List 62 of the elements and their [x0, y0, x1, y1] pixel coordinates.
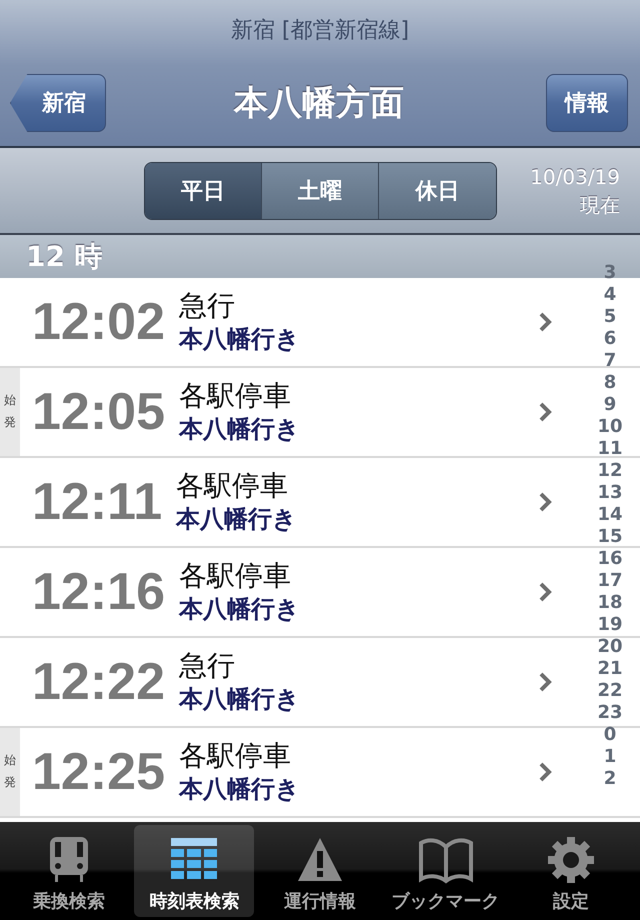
hour-index-item[interactable]: 1 [604, 746, 616, 768]
back-button[interactable]: 新宿 [10, 74, 106, 132]
hour-index-item[interactable]: 4 [604, 284, 616, 306]
hour-index-item[interactable]: 15 [597, 526, 623, 548]
origin-mark: 始発 [0, 368, 20, 456]
train-type: 各駅停車 [179, 739, 292, 773]
hour-index-item[interactable]: 18 [597, 592, 623, 614]
hour-index-item[interactable]: 16 [597, 548, 623, 570]
day-tab[interactable]: 平日 [145, 162, 262, 218]
tab-bar-item[interactable]: 時刻表検索 [134, 825, 254, 917]
hour-index-item[interactable]: 6 [604, 328, 616, 350]
hour-index-item[interactable]: 21 [597, 658, 623, 680]
hour-index-item[interactable]: 8 [604, 372, 616, 394]
info-button[interactable]: 情報 [546, 74, 628, 132]
chevron-icon [538, 581, 552, 603]
hour-index-item[interactable]: 9 [604, 394, 616, 416]
chevron-icon [538, 761, 552, 783]
hour-index-item[interactable]: 20 [597, 636, 623, 658]
hour-index-item[interactable]: 12 [597, 460, 623, 482]
destination: 本八幡行き [179, 594, 300, 625]
train-type: 急行 [179, 649, 236, 683]
origin-mark: 始発 [0, 728, 20, 816]
hour-index-item[interactable]: 2 [604, 768, 616, 790]
hour-index-item[interactable]: 13 [597, 482, 623, 504]
destination: 本八幡行き [176, 504, 298, 535]
date-note: 現在 [580, 192, 620, 218]
destination: 本八幡行き [179, 774, 300, 805]
departure-time: 12:25 [32, 742, 165, 802]
hour-index-item[interactable]: 22 [597, 680, 623, 702]
train-type: 各駅停車 [179, 559, 292, 593]
train-type: 各駅停車 [176, 469, 290, 503]
train-type: 各駅停車 [179, 379, 292, 413]
destination: 本八幡行き [179, 684, 300, 715]
hour-index-item[interactable]: 17 [597, 570, 623, 592]
chevron-icon [538, 401, 552, 423]
date-text: 10/03/19 [530, 164, 620, 190]
hour-index-item[interactable]: 23 [597, 702, 623, 724]
departure-time: 12:22 [32, 652, 165, 712]
chevron-icon [538, 311, 552, 333]
tab-bar-item[interactable]: 設定 [511, 825, 632, 917]
train-type: 急行 [179, 289, 236, 323]
chevron-icon [538, 491, 552, 513]
hour-index-item[interactable]: 14 [597, 504, 623, 526]
hour-index-item[interactable]: 10 [597, 416, 623, 438]
day-tab[interactable]: 休日 [379, 162, 496, 218]
tab-bar-item[interactable]: ブックマーク [386, 825, 506, 917]
hour-index-item[interactable]: 19 [597, 614, 623, 636]
hour-index-item[interactable]: 11 [597, 438, 623, 460]
settings-icon [546, 835, 596, 885]
departure-time: 12:11 [32, 472, 162, 532]
chevron-icon [538, 671, 552, 693]
day-tab[interactable]: 土曜 [262, 162, 379, 218]
destination: 本八幡行き [179, 414, 300, 445]
direction-title: 本八幡方面 [234, 82, 404, 125]
departure-time: 12:05 [32, 382, 165, 442]
destination: 本八幡行き [179, 324, 300, 355]
departure-time: 12:16 [32, 562, 165, 622]
tab-bar-item[interactable]: 運行情報 [260, 825, 380, 917]
tab-bar-item[interactable]: 乗換検索 [8, 825, 129, 917]
station-title: 新宿 [都営新宿線] [230, 17, 410, 45]
departure-time: 12:02 [32, 292, 165, 352]
hour-index-item[interactable]: 5 [604, 306, 616, 328]
